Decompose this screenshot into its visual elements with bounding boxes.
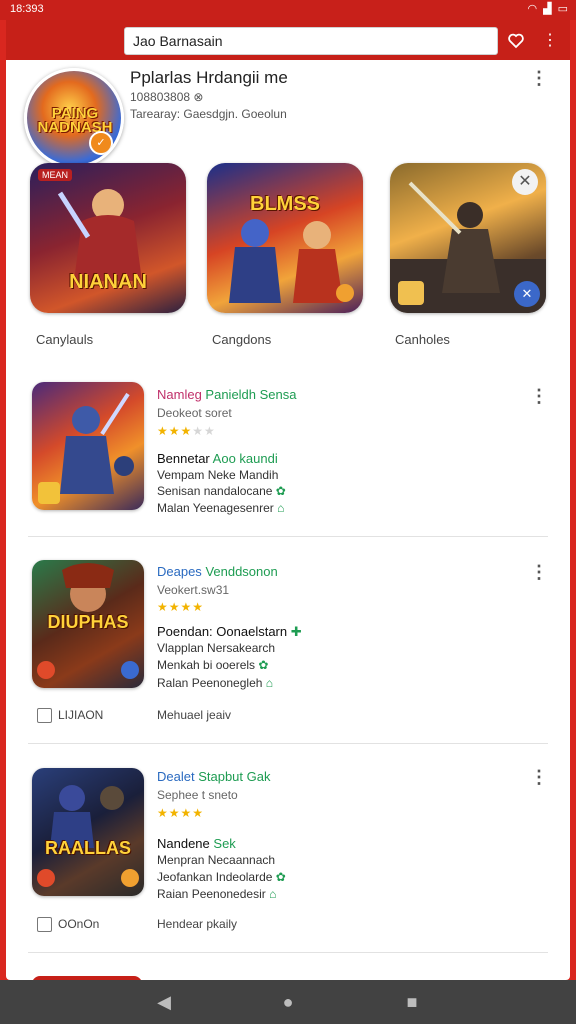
feature-label-2: Cangdons — [212, 332, 272, 347]
checkbox-label: LIJIAON — [58, 708, 104, 722]
feature-art-text: NIANAN — [69, 271, 147, 293]
signal-icon: ▟ — [543, 3, 552, 15]
favorite-icon[interactable] — [502, 28, 530, 54]
app-screen: Jao Barnasain ⋮ PAING NADNASH ✓ Pplarlas… — [6, 20, 570, 980]
app-header: PAING NADNASH ✓ — [6, 60, 570, 168]
store-icon: ⌂ — [265, 676, 274, 690]
item-title[interactable]: Deapes Venddsonon — [157, 564, 278, 579]
top-bar: Jao Barnasain ⋮ — [6, 20, 570, 60]
item-note: Hendear pkaily — [157, 917, 238, 931]
item-line: Ralan Peenonegleh ⌂ — [157, 676, 274, 690]
item-line: Menkah bi ooerels ✿ — [157, 658, 269, 672]
app-logo: PAING NADNASH ✓ — [24, 68, 124, 168]
store-icon: ⌂ — [277, 501, 285, 515]
app-thumbnail[interactable] — [32, 382, 144, 510]
app-tagline: Tarearay: Gaesdgjn. Goeolun — [130, 107, 287, 121]
item-line: Bennetar Aoo kaundi — [157, 451, 278, 466]
leaf-icon: ✿ — [258, 658, 269, 672]
feature-label-1: Canylauls — [36, 332, 94, 347]
feature-card-2[interactable]: BLMSS — [207, 163, 363, 313]
feature-card-1[interactable]: MEAN NIANAN — [30, 163, 186, 313]
item-line: Senisan nandalocane ✿ — [157, 484, 286, 498]
hero-artwork — [229, 219, 354, 303]
rating-stars: ★★★★★ — [157, 424, 216, 438]
thumbnail-text: DIUPHAS — [47, 612, 129, 632]
overflow-menu-icon[interactable]: ⋮ — [536, 28, 564, 54]
feature-art-text: BLMSS — [250, 193, 320, 215]
item-more-icon[interactable]: ⋮ — [530, 562, 548, 583]
app-title: Pplarlas Hrdangii me — [130, 68, 288, 87]
battery-icon: ▭ — [557, 3, 568, 15]
search-value: Jao Barnasain — [133, 33, 223, 49]
app-more-icon[interactable]: ⋮ — [530, 68, 548, 89]
item-more-icon[interactable]: ⋮ — [530, 386, 548, 407]
item-line: Poendan: Oonaelstarn ✚ — [157, 624, 302, 639]
store-icon: ⌂ — [269, 887, 277, 901]
item-more-icon[interactable]: ⋮ — [530, 767, 548, 788]
divider — [28, 952, 548, 953]
item-title[interactable]: Namleg Panieldh Sensa — [157, 387, 297, 402]
item-line: Malan Yeenagesenrer ⌂ — [157, 501, 285, 515]
item-title[interactable]: Dealet Stapbut Gak — [157, 769, 270, 784]
app-subtitle: 108803808 ⊗ — [130, 90, 204, 104]
recents-icon[interactable]: ■ — [400, 990, 424, 1014]
status-icons: ◠ ▟ ▭ — [528, 2, 568, 15]
thumbnail-text: RAALLAS — [45, 838, 131, 858]
feature-card-3[interactable]: ✕ ✕ — [390, 163, 546, 313]
leaf-icon: ✿ — [275, 484, 286, 498]
item-developer: Veokert.sw31 — [157, 583, 230, 597]
checkbox-label: OOnOn — [58, 917, 100, 931]
item-line: Menpran Necaannach — [157, 853, 276, 867]
rating-stars: ★★★★ — [157, 600, 205, 614]
item-line: Raian Peenonedesir ⌂ — [157, 887, 277, 901]
app-thumbnail[interactable]: DIUPHAS — [32, 560, 144, 688]
home-icon[interactable]: ● — [276, 990, 300, 1014]
item-line: Nandene Sek — [157, 836, 236, 851]
verified-badge-icon: ✓ — [89, 131, 113, 155]
status-bar: 18:393 ◠ ▟ ▭ — [0, 0, 576, 20]
app-thumbnail[interactable]: RAALLAS — [32, 768, 144, 896]
item-developer: Deokeot soret — [157, 406, 232, 420]
item-developer: Sephee t sneto — [157, 788, 238, 802]
close-icon[interactable]: ✕ — [512, 169, 538, 195]
hero-artwork — [38, 392, 134, 504]
system-nav-bar: ◀ ● ■ — [0, 980, 576, 1024]
checkbox[interactable] — [37, 917, 52, 932]
checkbox[interactable] — [37, 708, 52, 723]
search-input[interactable]: Jao Barnasain — [124, 27, 498, 55]
feature-label-3: Canholes — [395, 332, 450, 347]
divider — [28, 536, 548, 537]
back-icon[interactable]: ◀ — [152, 990, 176, 1014]
hero-artwork — [37, 785, 139, 887]
item-line: Vlapplan Nersakearch — [157, 641, 276, 655]
divider — [28, 743, 548, 744]
wifi-icon: ◠ — [527, 3, 538, 15]
leaf-icon: ✿ — [275, 870, 286, 884]
rating-stars: ★★★★ — [157, 806, 205, 820]
expand-icon[interactable]: ✕ — [514, 281, 540, 307]
item-note: Mehuael jeaiv — [157, 708, 232, 722]
item-line: Vempam Neke Mandih — [157, 468, 279, 482]
plus-icon: ✚ — [290, 624, 302, 639]
item-line: Jeofankan Indeolarde ✿ — [157, 870, 286, 884]
status-time: 18:393 — [10, 3, 44, 15]
